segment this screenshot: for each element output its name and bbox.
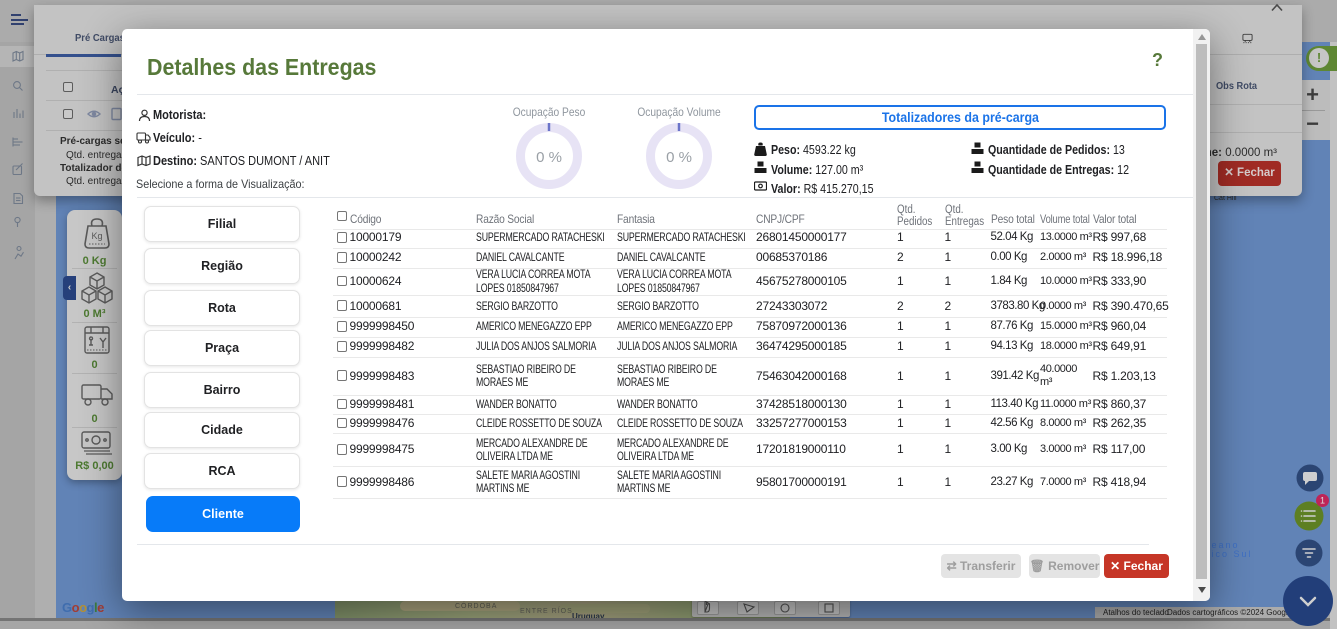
- svg-text:0 %: 0 %: [666, 149, 692, 166]
- svg-text:1: 1: [1320, 496, 1325, 506]
- svg-text:Kg: Kg: [91, 231, 102, 241]
- svg-text:0 %: 0 %: [536, 149, 562, 166]
